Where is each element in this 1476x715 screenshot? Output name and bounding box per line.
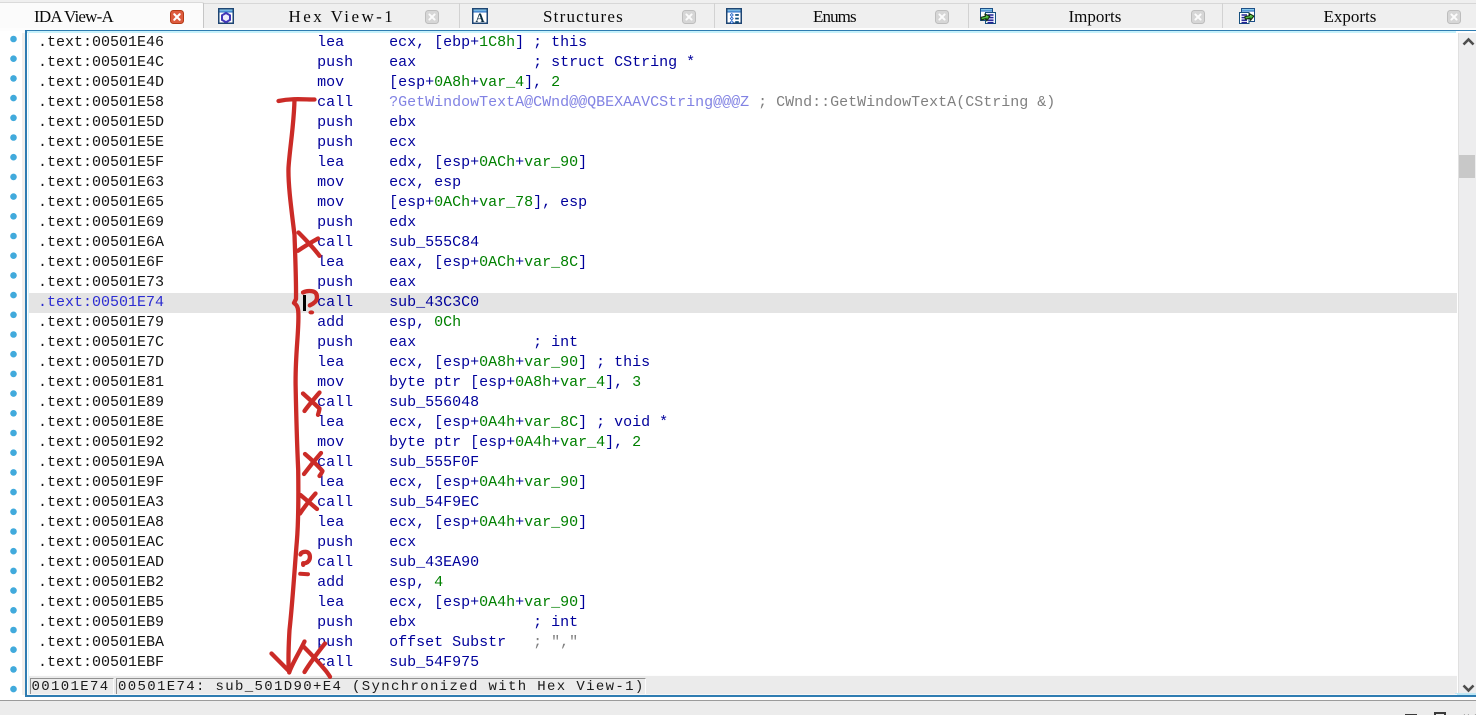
svg-text:A: A	[475, 11, 484, 24]
